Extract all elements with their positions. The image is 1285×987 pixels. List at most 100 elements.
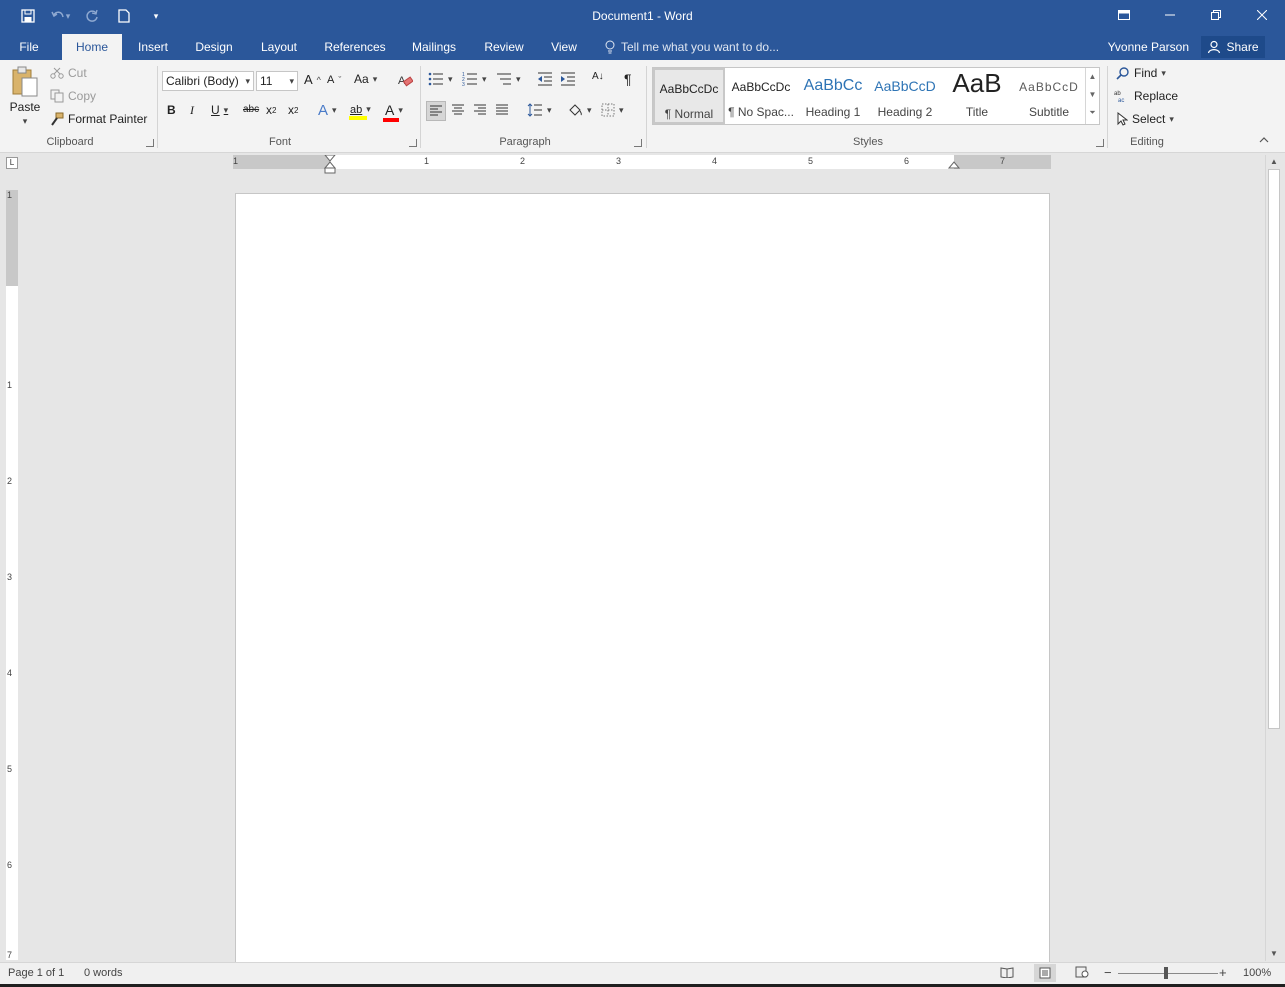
bullets-button[interactable]: ▾	[428, 72, 453, 86]
tab-view[interactable]: View	[543, 34, 585, 60]
font-color-button[interactable]: A ▾	[383, 102, 403, 122]
align-right-button[interactable]	[473, 104, 487, 116]
collapse-ribbon-button[interactable]	[1259, 136, 1269, 144]
font-size-combo[interactable]: 11 ▾	[256, 71, 298, 91]
copy-icon	[50, 89, 64, 103]
strikethrough-button[interactable]: abc	[243, 104, 259, 115]
highlight-button[interactable]: ab ▾	[349, 102, 371, 120]
shading-button[interactable]: ▾	[567, 102, 592, 118]
styles-up-icon[interactable]: ▲	[1086, 68, 1099, 86]
share-button[interactable]: Share	[1201, 36, 1265, 58]
close-button[interactable]	[1239, 0, 1285, 30]
zoom-in-button[interactable]: +	[1219, 965, 1227, 980]
paragraph-launcher-icon[interactable]	[634, 139, 642, 147]
select-button[interactable]: Select ▾	[1116, 112, 1174, 126]
tab-insert[interactable]: Insert	[130, 34, 176, 60]
text-effects-button[interactable]: A ▾	[318, 102, 337, 119]
tab-references[interactable]: References	[318, 34, 392, 60]
tab-layout[interactable]: Layout	[253, 34, 305, 60]
ribbon-display-options-button[interactable]	[1101, 0, 1147, 30]
decrease-indent-icon	[538, 72, 552, 86]
read-mode-button[interactable]	[1000, 966, 1014, 981]
zoom-slider-track[interactable]	[1118, 973, 1218, 974]
align-left-button[interactable]	[426, 101, 446, 121]
vertical-ruler[interactable]: 1 1 2 3 4 5 6 7	[6, 190, 18, 960]
superscript-button[interactable]: x2	[288, 103, 298, 117]
scroll-down-icon[interactable]: ▼	[1266, 947, 1282, 961]
format-painter-button[interactable]: Format Painter	[50, 112, 147, 126]
word-count[interactable]: 0 words	[84, 967, 123, 979]
vertical-scrollbar[interactable]: ▲ ▼	[1265, 155, 1281, 961]
style-name: Heading 2	[877, 105, 933, 119]
page-count[interactable]: Page 1 of 1	[8, 967, 64, 979]
cut-button[interactable]: Cut	[50, 66, 87, 80]
find-button[interactable]: Find ▾	[1116, 66, 1166, 80]
font-name-combo[interactable]: Calibri (Body) ▾	[162, 71, 254, 91]
bold-button[interactable]: B	[167, 103, 176, 117]
web-layout-button[interactable]	[1075, 966, 1089, 981]
line-spacing-button[interactable]: ▾	[527, 103, 552, 117]
zoom-slider-thumb[interactable]	[1164, 967, 1168, 979]
print-layout-button[interactable]	[1034, 964, 1056, 982]
clipboard-launcher-icon[interactable]	[146, 139, 154, 147]
align-center-button[interactable]	[451, 104, 465, 116]
paint-bucket-icon	[569, 104, 582, 116]
copy-button[interactable]: Copy	[50, 89, 96, 103]
font-size-value: 11	[260, 74, 273, 88]
tab-file[interactable]: File	[10, 34, 48, 60]
change-case-icon: Aa	[354, 72, 369, 86]
user-name[interactable]: Yvonne Parson	[1108, 34, 1189, 60]
styles-more-icon[interactable]: ⏷	[1086, 104, 1099, 122]
indent-markers-icon[interactable]	[323, 155, 337, 175]
styles-down-icon[interactable]: ▼	[1086, 86, 1099, 104]
zoom-out-button[interactable]: −	[1104, 965, 1112, 980]
subscript-button[interactable]: x2	[266, 103, 276, 117]
document-page[interactable]	[235, 193, 1050, 963]
paste-button[interactable]: Paste ▾	[8, 66, 42, 127]
increase-indent-button[interactable]	[560, 72, 576, 86]
group-separator	[157, 66, 158, 148]
multilevel-list-button[interactable]: ▾	[496, 72, 521, 86]
font-launcher-icon[interactable]	[409, 139, 417, 147]
grow-font-button[interactable]: A ^	[304, 72, 321, 87]
style-subtitle[interactable]: AaBbCcD Subtitle	[1013, 68, 1085, 124]
tab-review[interactable]: Review	[478, 34, 530, 60]
tab-design[interactable]: Design	[188, 34, 240, 60]
borders-button[interactable]: ▾	[601, 103, 624, 117]
show-hide-marks-button[interactable]: ¶	[624, 71, 632, 87]
scroll-up-icon[interactable]: ▲	[1266, 155, 1282, 169]
shrink-font-button[interactable]: Aˇ	[327, 74, 341, 86]
replace-button[interactable]: ab ac Replace	[1114, 89, 1178, 103]
scissors-icon	[50, 67, 64, 79]
styles-launcher-icon[interactable]	[1096, 139, 1104, 147]
text-effects-icon: A	[318, 102, 329, 119]
change-case-button[interactable]: Aa ▾	[354, 72, 377, 86]
numbering-button[interactable]: 1 2 3 ▾	[462, 72, 487, 86]
sort-button[interactable]: A↓	[592, 71, 604, 82]
close-icon	[1257, 10, 1267, 20]
restore-icon	[1211, 10, 1221, 20]
zoom-level[interactable]: 100%	[1243, 967, 1271, 979]
minimize-button[interactable]	[1147, 0, 1193, 30]
tell-me-box[interactable]: Tell me what you want to do...	[605, 34, 779, 60]
style-heading-2[interactable]: AaBbCcD Heading 2	[869, 68, 941, 124]
chevron-up-icon	[1259, 137, 1269, 143]
right-indent-marker-icon[interactable]	[948, 160, 960, 169]
style-heading-1[interactable]: AaBbCc Heading 1	[797, 68, 869, 124]
horizontal-ruler[interactable]: 1 1 2 3 4 5 6 7	[233, 155, 1051, 174]
italic-button[interactable]: I	[190, 103, 194, 118]
group-separator	[1107, 66, 1108, 148]
scrollbar-thumb[interactable]	[1268, 169, 1280, 729]
tab-selector[interactable]: L	[6, 157, 18, 169]
style-title[interactable]: AaB Title	[941, 68, 1013, 124]
style-no-spacing[interactable]: AaBbCcDc ¶ No Spac...	[725, 68, 797, 124]
tab-mailings[interactable]: Mailings	[404, 34, 464, 60]
clear-formatting-button[interactable]: A	[397, 72, 413, 88]
decrease-indent-button[interactable]	[537, 72, 553, 86]
restore-button[interactable]	[1193, 0, 1239, 30]
tab-home[interactable]: Home	[62, 34, 122, 60]
underline-button[interactable]: U ▾	[211, 103, 228, 117]
style-normal[interactable]: AaBbCcDc ¶ Normal	[653, 68, 725, 124]
ruler-number: 5	[808, 156, 814, 166]
justify-button[interactable]	[495, 104, 509, 116]
